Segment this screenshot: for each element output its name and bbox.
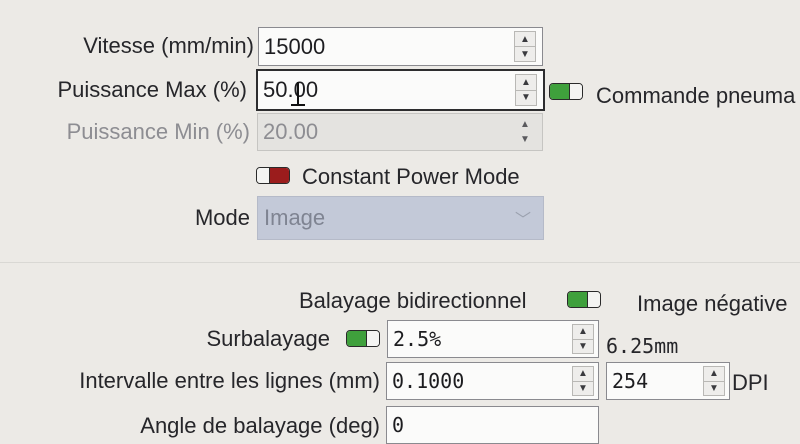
constant-power-toggle[interactable] xyxy=(256,167,290,184)
overscan-mm-value: 6.25mm xyxy=(606,334,679,358)
dpi-value[interactable]: 254 xyxy=(612,363,648,399)
decrement-arrow-icon[interactable]: ▼ xyxy=(703,381,725,396)
increment-arrow-icon[interactable]: ▲ xyxy=(514,117,536,132)
line-interval-spinbox[interactable]: 0.1000 ▲ ▼ xyxy=(386,362,599,400)
decrement-arrow-icon[interactable]: ▼ xyxy=(572,339,594,354)
chevron-down-icon[interactable]: ﹀ xyxy=(515,206,531,230)
overscan-spinbox[interactable]: 2.5% ▲ ▼ xyxy=(387,320,599,358)
decrement-arrow-icon[interactable]: ▼ xyxy=(514,47,536,62)
scan-angle-label: Angle de balayage (deg) xyxy=(140,413,380,438)
increment-arrow-icon[interactable]: ▲ xyxy=(572,324,594,340)
negative-image-label: Image négative xyxy=(637,291,788,316)
scan-angle-value[interactable]: 0 xyxy=(392,407,404,443)
text-cursor-icon xyxy=(297,82,299,106)
speed-spinbox[interactable]: 15000 ▲ ▼ xyxy=(258,27,543,66)
line-interval-label: Intervalle entre les lignes (mm) xyxy=(79,368,380,393)
overscan-label: Surbalayage xyxy=(206,326,330,351)
decrement-arrow-icon[interactable]: ▼ xyxy=(515,90,537,106)
overscan-value[interactable]: 2.5% xyxy=(393,321,441,357)
power-min-label: Puissance Min (%) xyxy=(66,119,250,144)
increment-arrow-icon[interactable]: ▲ xyxy=(572,366,594,382)
line-interval-stepper[interactable]: ▲ ▼ xyxy=(572,366,594,396)
scan-angle-spinbox[interactable]: 0 xyxy=(386,406,599,444)
overscan-toggle[interactable] xyxy=(346,330,380,347)
text-cursor-foot-icon xyxy=(291,104,305,106)
increment-arrow-icon[interactable]: ▲ xyxy=(703,366,725,382)
dpi-unit-label: DPI xyxy=(732,370,769,395)
bidirectional-label: Balayage bidirectionnel xyxy=(299,288,527,313)
mode-label: Mode xyxy=(194,205,250,230)
dpi-spinbox[interactable]: 254 ▲ ▼ xyxy=(606,362,730,400)
air-assist-toggle[interactable] xyxy=(549,83,583,100)
decrement-arrow-icon[interactable]: ▼ xyxy=(514,132,536,147)
power-min-spinbox[interactable]: 20.00 ▲ ▼ xyxy=(257,113,543,151)
power-max-label: Puissance Max (%) xyxy=(57,77,247,102)
air-assist-label: Commande pneuma xyxy=(596,83,796,108)
bidirectional-toggle[interactable] xyxy=(567,291,601,308)
increment-arrow-icon[interactable]: ▲ xyxy=(515,74,537,91)
increment-arrow-icon[interactable]: ▲ xyxy=(514,31,536,47)
dpi-stepper[interactable]: ▲ ▼ xyxy=(703,366,725,396)
line-interval-value[interactable]: 0.1000 xyxy=(392,363,464,399)
speed-stepper[interactable]: ▲ ▼ xyxy=(514,31,536,62)
speed-value[interactable]: 15000 xyxy=(264,28,325,65)
decrement-arrow-icon[interactable]: ▼ xyxy=(572,381,594,396)
mode-select[interactable]: Image ﹀ xyxy=(257,196,544,240)
constant-power-label: Constant Power Mode xyxy=(302,164,520,189)
power-min-stepper[interactable]: ▲ ▼ xyxy=(514,117,536,147)
section-divider xyxy=(0,262,800,263)
speed-label: Vitesse (mm/min) xyxy=(83,33,254,58)
overscan-stepper[interactable]: ▲ ▼ xyxy=(572,324,594,354)
mode-value: Image xyxy=(264,205,326,230)
power-min-value[interactable]: 20.00 xyxy=(263,114,318,150)
power-max-stepper[interactable]: ▲ ▼ xyxy=(515,74,537,106)
